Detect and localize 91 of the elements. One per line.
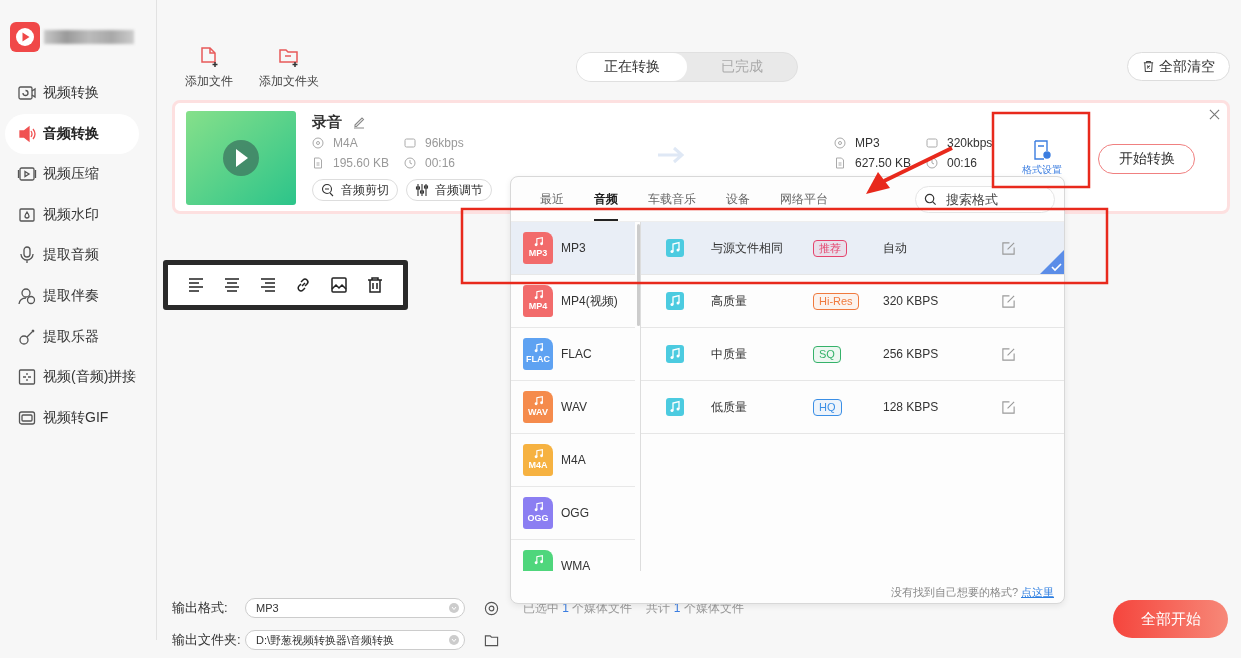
- edit-icon[interactable]: [1001, 293, 1016, 309]
- music-note-icon: [666, 398, 684, 416]
- source-format: M4A: [333, 136, 358, 150]
- sidebar-item[interactable]: 视频水印: [5, 194, 139, 235]
- sidebar-item[interactable]: 提取音频: [5, 235, 139, 276]
- target-duration: 00:16: [947, 156, 978, 170]
- bitrate-icon: [926, 137, 938, 149]
- bitrate-icon: [404, 137, 416, 149]
- edit-icon[interactable]: [352, 115, 366, 129]
- trash-icon: [1142, 60, 1155, 73]
- waveform-search-icon: [321, 183, 335, 197]
- format-item[interactable]: WMA: [511, 540, 635, 571]
- status-tab[interactable]: 正在转换: [577, 53, 687, 81]
- format-settings-button[interactable]: 格式设置: [1022, 139, 1062, 177]
- file-size-icon: [834, 157, 846, 169]
- caret-icon: [449, 603, 459, 613]
- music-note-icon: [666, 345, 684, 363]
- sidebar-item[interactable]: 视频压缩: [5, 154, 139, 195]
- format-item[interactable]: MP3 MP3: [511, 222, 635, 275]
- video-icon: [17, 83, 37, 103]
- audio-file-icon: OGG: [523, 497, 553, 529]
- format-item[interactable]: MP4 MP4(视频): [511, 275, 635, 328]
- close-icon[interactable]: [1209, 109, 1220, 120]
- arrow-icon: [656, 145, 686, 165]
- add-file-button[interactable]: 添加文件: [185, 45, 233, 90]
- output-folder-dropdown[interactable]: D:\野葱视频转换器\音频转换: [245, 630, 465, 650]
- search-icon: [924, 192, 937, 206]
- sidebar-item[interactable]: 提取伴奏: [5, 275, 139, 316]
- audio-file-icon: M4A: [523, 444, 553, 476]
- output-format-dropdown[interactable]: MP3: [245, 598, 465, 618]
- file-title: 录音: [312, 112, 342, 132]
- align-left-icon[interactable]: [186, 276, 205, 294]
- source-size: 195.60 KB: [333, 156, 390, 170]
- disc-icon: [312, 137, 324, 149]
- output-folder-label: 输出文件夹:: [172, 631, 242, 649]
- sidebar-item[interactable]: 视频(音频)拼接: [5, 357, 139, 398]
- document-gear-icon: [1032, 139, 1052, 161]
- scrollbar[interactable]: [637, 224, 640, 326]
- sidebar-item[interactable]: 音频转换: [5, 113, 139, 154]
- audio-cut-button[interactable]: 音频剪切: [312, 179, 398, 201]
- sidebar-item[interactable]: 视频转GIF: [5, 397, 139, 438]
- clock-icon: [926, 157, 938, 169]
- image-icon[interactable]: [330, 276, 349, 294]
- preset-row[interactable]: 中质量 SQ 256 KBPS: [641, 328, 1064, 381]
- clock-icon: [404, 157, 416, 169]
- source-duration: 00:16: [425, 156, 456, 170]
- format-tab[interactable]: 车载音乐: [648, 177, 696, 221]
- format-tab[interactable]: 最近: [540, 177, 564, 221]
- settings-icon[interactable]: [484, 600, 499, 616]
- target-format: MP3: [855, 136, 880, 150]
- file-size-icon: [312, 157, 324, 169]
- equalizer-icon: [415, 183, 429, 197]
- add-folder-button[interactable]: 添加文件夹: [259, 45, 319, 90]
- music-note-icon: [666, 292, 684, 310]
- audio-file-icon: MP4: [523, 285, 553, 317]
- edit-icon[interactable]: [1001, 399, 1016, 415]
- merge-icon: [17, 367, 37, 388]
- disc-icon: [834, 137, 846, 149]
- music-note-icon: [666, 239, 684, 257]
- sidebar-item[interactable]: 提取乐器: [5, 316, 139, 357]
- help-text: 没有找到自己想要的格式? 点这里: [890, 585, 1055, 600]
- sidebar-item[interactable]: 视频转换: [5, 73, 139, 113]
- audio-file-icon: FLAC: [523, 338, 553, 370]
- person-music-icon: [17, 285, 37, 306]
- align-right-icon[interactable]: [258, 276, 277, 294]
- speaker-icon: [17, 123, 37, 144]
- clear-all-button[interactable]: 全部清空: [1127, 52, 1230, 81]
- format-tab[interactable]: 设备: [726, 177, 750, 221]
- format-item[interactable]: FLAC FLAC: [511, 328, 635, 381]
- format-tab[interactable]: 网络平台: [780, 177, 828, 221]
- app-logo: [10, 22, 40, 52]
- edit-icon[interactable]: [1001, 346, 1016, 362]
- preset-row[interactable]: 与源文件相同 推荐 自动: [641, 222, 1064, 275]
- audio-file-icon: WAV: [523, 391, 553, 423]
- audio-adjust-button[interactable]: 音频调节: [406, 179, 492, 201]
- format-item[interactable]: M4A M4A: [511, 434, 635, 487]
- output-format-label: 输出格式:: [172, 599, 229, 617]
- format-item[interactable]: OGG OGG: [511, 487, 635, 540]
- click-here-link[interactable]: 点这里: [1021, 586, 1054, 598]
- delete-icon[interactable]: [366, 276, 385, 294]
- folder-icon[interactable]: [484, 632, 499, 648]
- format-item[interactable]: WAV WAV: [511, 381, 635, 434]
- preset-row[interactable]: 低质量 HQ 128 KBPS: [641, 381, 1064, 434]
- target-size: 627.50 KB: [855, 156, 912, 170]
- target-bitrate: 320kbps: [947, 136, 993, 150]
- source-bitrate: 96kbps: [425, 136, 464, 150]
- caret-icon: [449, 635, 459, 645]
- audio-file-icon: MP3: [523, 232, 553, 264]
- microphone-icon: [17, 245, 37, 266]
- preset-row[interactable]: 高质量 Hi-Res 320 KBPS: [641, 275, 1064, 328]
- align-center-icon[interactable]: [222, 276, 241, 294]
